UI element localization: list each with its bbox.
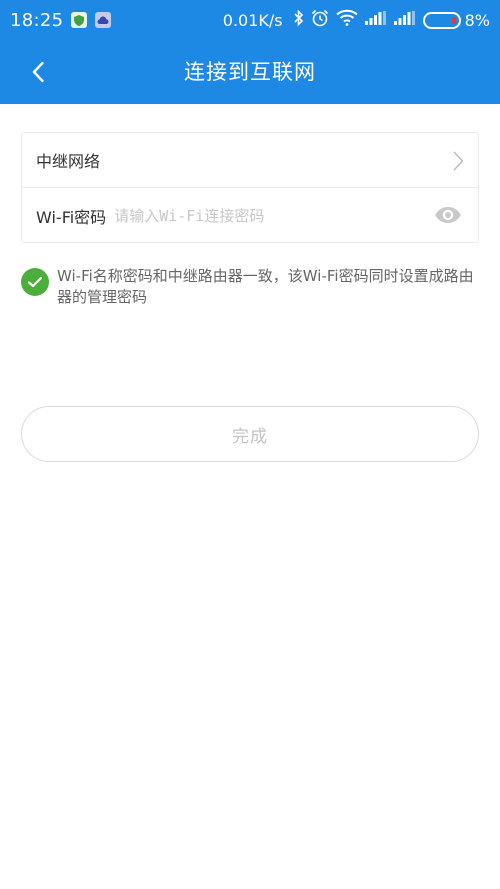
sync-password-text: Wi-Fi名称密码和中继路由器一致，该Wi-Fi密码同时设置成路由器的管理密码 [57,267,474,306]
wifi-password-label: Wi-Fi密码 [36,207,107,227]
net-speed: 0.01K/s [222,10,283,30]
wifi-password-row: Wi-Fi密码 [22,188,478,243]
chevron-right-icon [453,151,464,175]
relay-network-label: 中继网络 [36,152,101,171]
signal-icon [364,10,387,30]
done-button[interactable]: 完成 [21,406,479,462]
eye-icon[interactable] [434,206,462,228]
page-title: 连接到互联网 [184,60,316,84]
back-button[interactable] [18,52,58,92]
status-bar: 18:25 0.01K/s 8% [0,0,500,40]
bluetooth-icon [294,9,304,32]
chevron-left-icon [32,61,44,83]
shield-app-icon [71,12,88,28]
network-form-card: 中继网络 Wi-Fi密码 [21,132,479,243]
battery-indicator: 8% [422,10,490,30]
signal-icon-2 [393,10,416,30]
alarm-icon [311,9,329,32]
battery-percent: 8% [464,10,490,30]
relay-network-selector[interactable]: 中继网络 [22,133,478,188]
wifi-password-input[interactable] [114,206,415,225]
battery-icon [422,11,461,29]
sync-admin-password-option: Wi-Fi名称密码和中继路由器一致，该Wi-Fi密码同时设置成路由器的管理密码 [21,266,481,308]
sync-password-checkbox[interactable] [21,268,49,296]
cloud-app-icon [95,12,112,28]
status-time: 18:25 [10,9,64,31]
app-bar: 连接到互联网 [0,40,500,104]
check-icon [27,276,43,288]
wifi-icon [335,9,358,31]
